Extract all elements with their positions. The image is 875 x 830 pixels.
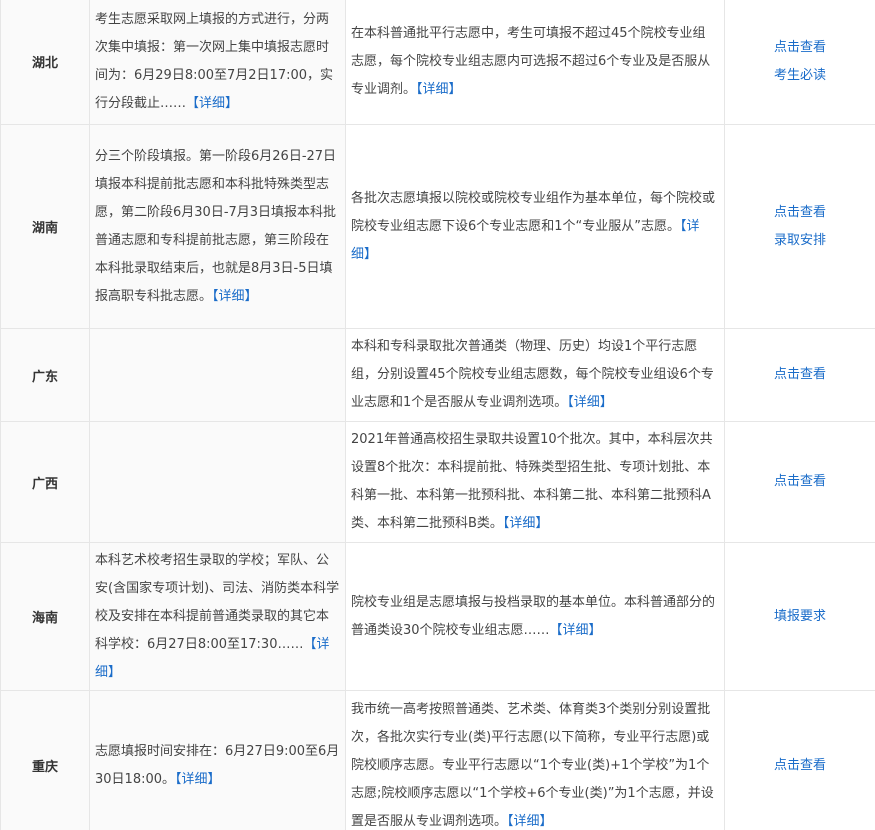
province-cell: 海南: [0, 542, 90, 691]
table-row: 广西 2021年普通高校招生录取共设置10个批次。其中，本科层次共设置8个批次：…: [0, 421, 875, 543]
links-cell: 点击查看: [724, 421, 875, 543]
rule-cell: 各批次志愿填报以院校或院校专业组作为基本单位，每个院校或院校专业组志愿下设6个专…: [345, 124, 725, 329]
fill-requirements-link[interactable]: 填报要求: [725, 603, 875, 631]
rule-text: 在本科普通批平行志愿中，考生可填报不超过45个院校专业组志愿，每个院校专业组志愿…: [351, 25, 711, 97]
view-link[interactable]: 点击查看: [725, 199, 875, 227]
links-cell: 点击查看: [724, 328, 875, 422]
links-cell: 点击查看 考生必读: [724, 0, 875, 125]
view-link[interactable]: 点击查看: [725, 361, 875, 389]
view-link[interactable]: 点击查看: [725, 752, 875, 780]
links-cell: 点击查看: [724, 690, 875, 830]
rule-detail-link[interactable]: 【详细】: [503, 516, 549, 531]
rule-detail-link[interactable]: 【详细】: [416, 82, 462, 97]
rule-text: 院校专业组是志愿填报与投档录取的基本单位。本科普通部分的普通类设30个院校专业组…: [351, 594, 716, 638]
time-cell: 分三个阶段填报。第一阶段6月26日-27日填报本科提前批志愿和本科批特殊类型志愿…: [89, 124, 346, 329]
rule-cell: 我市统一高考按照普通类、艺术类、体育类3个类别分别设置批次，各批次实行专业(类)…: [345, 690, 725, 830]
rule-cell: 在本科普通批平行志愿中，考生可填报不超过45个院校专业组志愿，每个院校专业组志愿…: [345, 0, 725, 125]
rule-text: 各批次志愿填报以院校或院校专业组作为基本单位，每个院校或院校专业组志愿下设6个专…: [351, 190, 716, 234]
admission-table: 湖北 考生志愿采取网上填报的方式进行，分两次集中填报：第一次网上集中填报志愿时间…: [0, 0, 875, 830]
links-cell: 点击查看 录取安排: [724, 124, 875, 329]
rule-cell: 本科和专科录取批次普通类（物理、历史）均设1个平行志愿组，分别设置45个院校专业…: [345, 328, 725, 422]
province-cell: 湖南: [0, 124, 90, 329]
time-cell: [89, 328, 346, 422]
province-cell: 重庆: [0, 690, 90, 830]
province-cell: 广东: [0, 328, 90, 422]
province-cell: 湖北: [0, 0, 90, 125]
time-detail-link[interactable]: 【详细】: [212, 289, 258, 304]
time-cell: 本科艺术校考招生录取的学校；军队、公安(含国家专项计划)、司法、消防类本科学校及…: [89, 542, 346, 691]
table-row: 湖北 考生志愿采取网上填报的方式进行，分两次集中填报：第一次网上集中填报志愿时间…: [0, 0, 875, 125]
must-read-link[interactable]: 考生必读: [725, 62, 875, 90]
table-row: 重庆 志愿填报时间安排在：6月27日9:00至6月30日18:00。【详细】 我…: [0, 690, 875, 830]
admission-schedule-link[interactable]: 录取安排: [725, 227, 875, 255]
province-cell: 广西: [0, 421, 90, 543]
rule-cell: 院校专业组是志愿填报与投档录取的基本单位。本科普通部分的普通类设30个院校专业组…: [345, 542, 725, 691]
rule-text: 本科和专科录取批次普通类（物理、历史）均设1个平行志愿组，分别设置45个院校专业…: [351, 339, 714, 410]
view-link[interactable]: 点击查看: [725, 34, 875, 62]
links-cell: 填报要求: [724, 542, 875, 691]
page: 湖北 考生志愿采取网上填报的方式进行，分两次集中填报：第一次网上集中填报志愿时间…: [0, 0, 875, 830]
time-detail-link[interactable]: 【详细】: [186, 96, 238, 111]
rule-cell: 2021年普通高校招生录取共设置10个批次。其中，本科层次共设置8个批次：本科提…: [345, 421, 725, 543]
rule-detail-link[interactable]: 【详细】: [507, 814, 553, 829]
time-cell: 志愿填报时间安排在：6月27日9:00至6月30日18:00。【详细】: [89, 690, 346, 830]
table-row: 海南 本科艺术校考招生录取的学校；军队、公安(含国家专项计划)、司法、消防类本科…: [0, 542, 875, 691]
table-row: 湖南 分三个阶段填报。第一阶段6月26日-27日填报本科提前批志愿和本科批特殊类…: [0, 124, 875, 329]
time-detail-link[interactable]: 【详细】: [175, 772, 221, 787]
rule-detail-link[interactable]: 【详细】: [550, 623, 602, 638]
view-link[interactable]: 点击查看: [725, 468, 875, 496]
time-cell: 考生志愿采取网上填报的方式进行，分两次集中填报：第一次网上集中填报志愿时间为：6…: [89, 0, 346, 125]
time-cell: [89, 421, 346, 543]
rule-detail-link[interactable]: 【详细】: [567, 395, 613, 410]
table-row: 广东 本科和专科录取批次普通类（物理、历史）均设1个平行志愿组，分别设置45个院…: [0, 328, 875, 422]
time-text: 分三个阶段填报。第一阶段6月26日-27日填报本科提前批志愿和本科批特殊类型志愿…: [95, 148, 337, 304]
rule-text: 我市统一高考按照普通类、艺术类、体育类3个类别分别设置批次，各批次实行专业(类)…: [351, 701, 714, 829]
